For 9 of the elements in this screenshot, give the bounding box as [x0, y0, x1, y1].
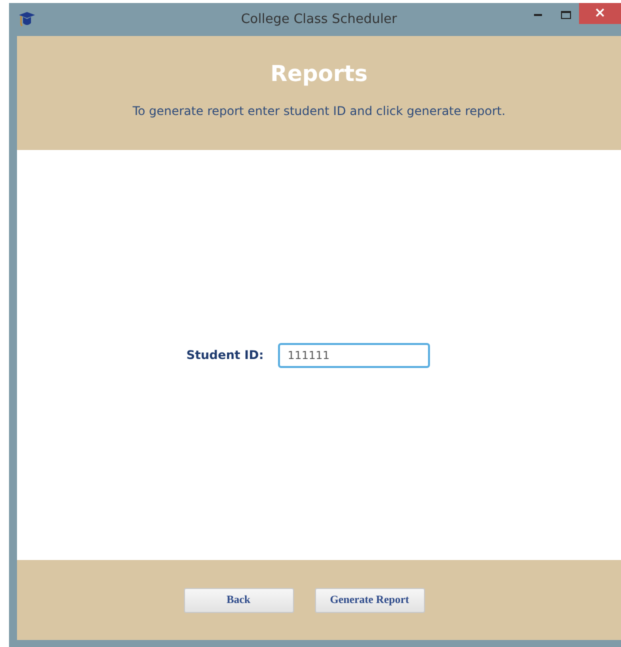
graduation-cap-icon	[19, 10, 35, 28]
close-button[interactable]: ×	[579, 3, 621, 24]
student-id-label: Student ID:	[186, 347, 264, 364]
window-title: College Class Scheduler	[240, 10, 398, 29]
generate-report-button[interactable]: Generate Report	[314, 588, 424, 612]
page-heading: Reports	[270, 61, 368, 89]
back-button[interactable]: Back	[184, 588, 294, 612]
instruction-text: To generate report enter student ID and click generate report.	[132, 103, 506, 120]
student-id-field[interactable]: 111111	[278, 342, 430, 368]
